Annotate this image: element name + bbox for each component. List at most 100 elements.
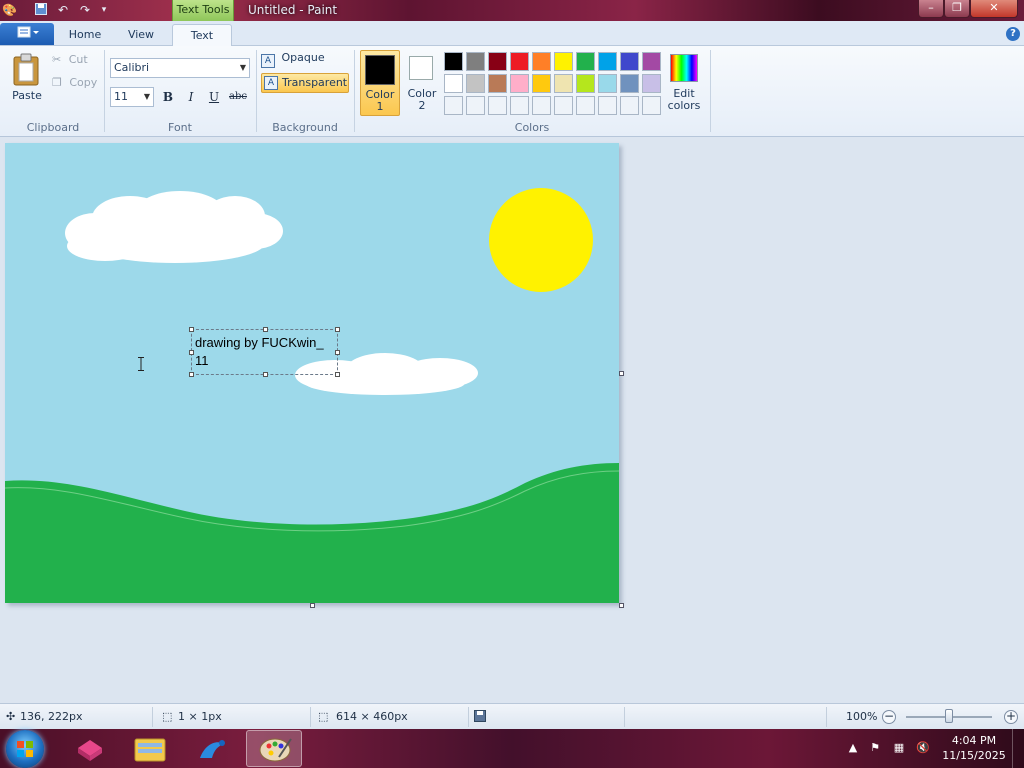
restore-button[interactable]: ❐ [944, 0, 970, 18]
resize-handle[interactable] [335, 327, 340, 332]
palette-swatch[interactable] [598, 52, 617, 71]
color-1-button[interactable]: Color 1 [360, 50, 400, 116]
canvas-resize-handle-bottom[interactable] [310, 603, 315, 608]
palette-swatch[interactable] [532, 52, 551, 71]
taskbar-paint[interactable] [246, 730, 302, 767]
palette-swatch[interactable] [598, 74, 617, 93]
palette-swatch[interactable] [642, 52, 661, 71]
palette-swatch[interactable] [642, 74, 661, 93]
text-selection-box[interactable]: drawing by FUCKwin_ 11 [189, 327, 340, 377]
tab-view[interactable]: View [116, 24, 166, 46]
bold-button[interactable]: B [158, 88, 178, 106]
palette-swatch[interactable] [510, 52, 529, 71]
palette-swatch[interactable] [620, 52, 639, 71]
palette-swatch[interactable] [488, 74, 507, 93]
custom-color-slot[interactable] [444, 96, 463, 115]
paste-button[interactable]: Paste [8, 50, 46, 112]
canvas-resize-handle-right[interactable] [619, 371, 624, 376]
font-family-value: Calibri [114, 61, 150, 74]
custom-color-slot[interactable] [576, 96, 595, 115]
undo-icon[interactable]: ↶ [56, 3, 70, 17]
taskbar-file-explorer[interactable] [122, 730, 178, 767]
palette-swatch[interactable] [554, 52, 573, 71]
save-icon[interactable] [34, 3, 48, 17]
action-center-icon[interactable]: ⚑ [868, 741, 882, 755]
close-button[interactable]: ✕ [970, 0, 1018, 18]
taskbar-app-1[interactable] [62, 730, 118, 767]
redo-icon[interactable]: ↷ [78, 3, 92, 17]
zoom-out-button[interactable]: − [882, 710, 896, 724]
system-clock[interactable]: 4:04 PM 11/15/2025 [936, 733, 1012, 763]
palette-swatch[interactable] [466, 52, 485, 71]
palette-swatch[interactable] [532, 74, 551, 93]
network-icon[interactable]: ▦ [892, 741, 906, 755]
custom-color-slot[interactable] [466, 96, 485, 115]
resize-handle[interactable] [189, 350, 194, 355]
resize-handle[interactable] [189, 327, 194, 332]
font-size-value: 11 [114, 90, 128, 103]
title-bar: 🎨 ↶ ↷ ▾ Text Tools Untitled - Paint – ❐ … [0, 0, 1024, 21]
zoom-in-button[interactable]: + [1004, 710, 1018, 724]
copy-button[interactable]: ❐ Copy [52, 76, 97, 89]
volume-muted-icon[interactable]: 🔇 [916, 741, 930, 755]
transparent-button[interactable]: A Transparent [261, 73, 349, 93]
custom-color-slot[interactable] [488, 96, 507, 115]
palette-swatch[interactable] [444, 74, 463, 93]
palette-swatch[interactable] [444, 52, 463, 71]
resize-handle[interactable] [263, 372, 268, 377]
paint-menu-button[interactable] [0, 23, 54, 45]
paint-app-icon[interactable]: 🎨 [2, 3, 17, 17]
tab-text[interactable]: Text [172, 24, 232, 47]
copy-icon: ❐ [52, 76, 62, 89]
font-family-dropdown[interactable]: Calibri ▼ [110, 58, 250, 78]
canvas-workspace[interactable]: drawing by FUCKwin_ 11 [0, 137, 1024, 703]
custom-color-slot[interactable] [598, 96, 617, 115]
custom-color-slot[interactable] [510, 96, 529, 115]
tab-home[interactable]: Home [60, 24, 110, 46]
clock-time: 4:04 PM [951, 734, 997, 747]
palette-swatch[interactable] [576, 52, 595, 71]
show-desktop-button[interactable] [1012, 729, 1024, 768]
edit-colors-label-line2: colors [667, 99, 701, 112]
underline-button[interactable]: U [204, 88, 224, 106]
show-hidden-icons-icon[interactable]: ▲ [846, 741, 860, 755]
custom-color-slot[interactable] [620, 96, 639, 115]
color-2-button[interactable]: Color 2 [403, 50, 441, 116]
transparent-label: Transparent [282, 76, 348, 89]
edit-colors-button[interactable]: Edit colors [666, 50, 702, 116]
drawing-canvas[interactable]: drawing by FUCKwin_ 11 [5, 143, 619, 603]
palette-swatch[interactable] [510, 74, 529, 93]
palette-swatch[interactable] [488, 52, 507, 71]
resize-handle[interactable] [335, 350, 340, 355]
cut-button[interactable]: ✂ Cut [52, 53, 88, 66]
palette-swatch[interactable] [554, 74, 573, 93]
palette-swatch[interactable] [576, 74, 595, 93]
customize-quick-access-icon[interactable]: ▾ [97, 3, 111, 17]
canvas-text[interactable]: drawing by FUCKwin_ 11 [195, 334, 335, 370]
minimize-button[interactable]: – [918, 0, 944, 18]
menu-icon [17, 26, 39, 38]
resize-handle[interactable] [189, 372, 194, 377]
bird-app-icon [200, 740, 225, 758]
strikethrough-button[interactable]: abc [228, 88, 248, 106]
resize-handle[interactable] [263, 327, 268, 332]
resize-handle[interactable] [335, 372, 340, 377]
palette-swatch[interactable] [620, 74, 639, 93]
custom-color-slot[interactable] [532, 96, 551, 115]
canvas-resize-handle-corner[interactable] [619, 603, 624, 608]
palette-swatch[interactable] [466, 74, 485, 93]
taskbar-app-3[interactable] [184, 730, 240, 767]
font-size-dropdown[interactable]: 11 ▼ [110, 87, 154, 107]
opaque-button[interactable]: A Opaque [261, 51, 325, 71]
zoom-slider-thumb[interactable] [945, 709, 953, 723]
image-size: 614 × 460px [336, 710, 408, 723]
start-button[interactable] [6, 730, 44, 768]
disk-icon [474, 710, 486, 724]
help-icon[interactable]: ? [1006, 27, 1020, 41]
chevron-down-icon: ▼ [143, 92, 150, 101]
folder-icon [134, 738, 166, 762]
custom-color-slot[interactable] [642, 96, 661, 115]
italic-button[interactable]: I [181, 88, 201, 106]
group-divider [710, 50, 711, 132]
custom-color-slot[interactable] [554, 96, 573, 115]
